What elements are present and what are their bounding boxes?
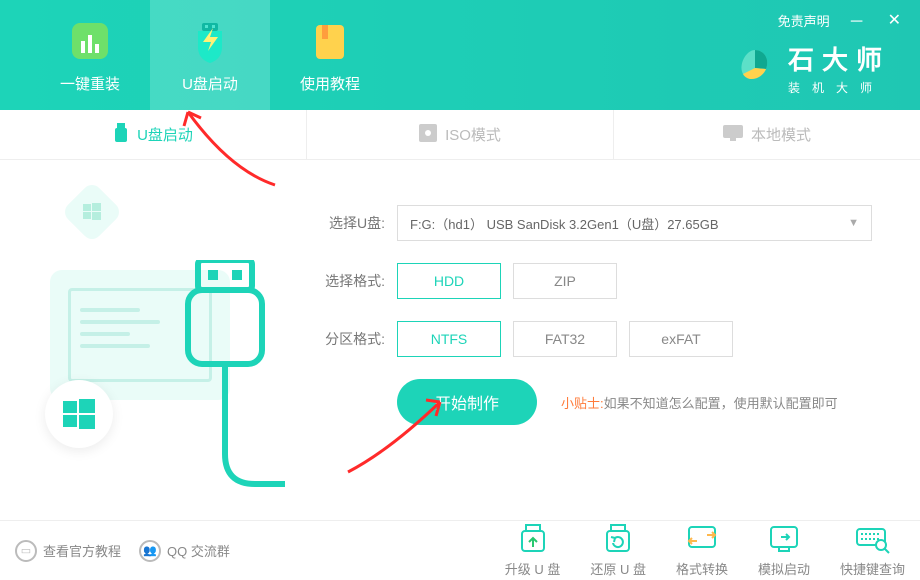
disk-select[interactable]: F:G:（hd1） USB SanDisk 3.2Gen1（U盘）27.65GB… — [397, 205, 872, 241]
partition-fat32-button[interactable]: FAT32 — [513, 321, 617, 357]
tab-usb-label: U盘启动 — [137, 124, 193, 145]
form-panel: 选择U盘: F:G:（hd1） USB SanDisk 3.2Gen1（U盘）2… — [310, 160, 920, 520]
tip-prefix: 小贴士: — [561, 396, 604, 411]
convert-icon — [683, 523, 721, 555]
partition-label: 分区格式: — [310, 329, 385, 349]
brand: 石大师 装机大师 — [734, 40, 890, 96]
tool-simulate-label: 模拟启动 — [758, 559, 810, 578]
monitor-icon — [723, 125, 743, 145]
tab-local-mode[interactable]: 本地模式 — [614, 110, 920, 159]
format-label: 选择格式: — [310, 271, 385, 291]
tool-upgrade-label: 升级 U 盘 — [505, 559, 561, 578]
header-bar: 一键重装 U盘启动 使用教程 免责声明 － ✕ 石大师 装机大师 — [0, 0, 920, 110]
simulate-icon — [765, 523, 803, 555]
windows-badge-small — [61, 181, 123, 243]
tip-body: 如果不知道怎么配置，使用默认配置即可 — [604, 396, 838, 411]
disk-select-value: F:G:（hd1） USB SanDisk 3.2Gen1（U盘）27.65GB — [410, 214, 719, 233]
select-disk-label: 选择U盘: — [310, 213, 385, 233]
qq-group-label: QQ 交流群 — [167, 541, 230, 560]
brand-subtitle: 装机大师 — [788, 79, 890, 96]
book-icon — [306, 17, 354, 65]
tool-restore-label: 还原 U 盘 — [590, 559, 646, 578]
start-button[interactable]: 开始制作 — [397, 379, 537, 425]
windows-badge-large — [45, 380, 113, 448]
qq-group-link[interactable]: 👥 QQ 交流群 — [139, 540, 230, 562]
illustration — [0, 160, 310, 520]
nav-usb-boot-label: U盘启动 — [182, 73, 238, 94]
people-icon: 👥 — [139, 540, 161, 562]
tab-usb-boot[interactable]: U盘启动 — [0, 110, 307, 159]
brand-name: 石大师 — [788, 40, 890, 77]
format-zip-button[interactable]: ZIP — [513, 263, 617, 299]
brand-logo-icon — [734, 47, 776, 89]
usb-cable-illustration — [160, 260, 290, 525]
official-tutorial-label: 查看官方教程 — [43, 541, 121, 560]
tool-restore[interactable]: 还原 U 盘 — [590, 523, 646, 578]
tool-convert-label: 格式转换 — [676, 559, 728, 578]
tool-convert[interactable]: 格式转换 — [676, 523, 728, 578]
upgrade-usb-icon — [514, 523, 552, 555]
tab-iso-mode[interactable]: ISO模式 — [307, 110, 614, 159]
tab-local-label: 本地模式 — [751, 124, 811, 145]
partition-exfat-button[interactable]: exFAT — [629, 321, 733, 357]
tool-shortcut-label: 快捷键查询 — [840, 559, 905, 578]
official-tutorial-link[interactable]: ▭ 查看官方教程 — [15, 540, 121, 562]
footer-bar: ▭ 查看官方教程 👥 QQ 交流群 升级 U 盘 还原 U 盘 格式转换 模拟启… — [0, 520, 920, 580]
restore-usb-icon — [599, 523, 637, 555]
nav-usb-boot[interactable]: U盘启动 — [150, 0, 270, 110]
partition-ntfs-button[interactable]: NTFS — [397, 321, 501, 357]
close-button[interactable]: ✕ — [884, 10, 905, 30]
nav-reinstall-label: 一键重装 — [60, 73, 120, 94]
iso-icon — [419, 124, 437, 146]
keyboard-search-icon — [853, 523, 891, 555]
tool-upgrade[interactable]: 升级 U 盘 — [505, 523, 561, 578]
nav-reinstall[interactable]: 一键重装 — [30, 0, 150, 110]
nav-tutorial[interactable]: 使用教程 — [270, 0, 390, 110]
tip-text: 小贴士:如果不知道怎么配置，使用默认配置即可 — [561, 393, 838, 412]
book-open-icon: ▭ — [15, 540, 37, 562]
minimize-button[interactable]: － — [845, 8, 869, 32]
tool-simulate[interactable]: 模拟启动 — [758, 523, 810, 578]
mode-tabs: U盘启动 ISO模式 本地模式 — [0, 110, 920, 160]
tool-shortcut[interactable]: 快捷键查询 — [840, 523, 905, 578]
usb-icon — [113, 123, 129, 147]
usb-shield-icon — [186, 17, 234, 65]
chevron-down-icon: ▼ — [848, 217, 859, 229]
nav-tutorial-label: 使用教程 — [300, 73, 360, 94]
content-area: 选择U盘: F:G:（hd1） USB SanDisk 3.2Gen1（U盘）2… — [0, 160, 920, 520]
bar-chart-icon — [66, 17, 114, 65]
format-hdd-button[interactable]: HDD — [397, 263, 501, 299]
disclaimer-link[interactable]: 免责声明 — [778, 11, 830, 30]
tab-iso-label: ISO模式 — [445, 124, 501, 145]
